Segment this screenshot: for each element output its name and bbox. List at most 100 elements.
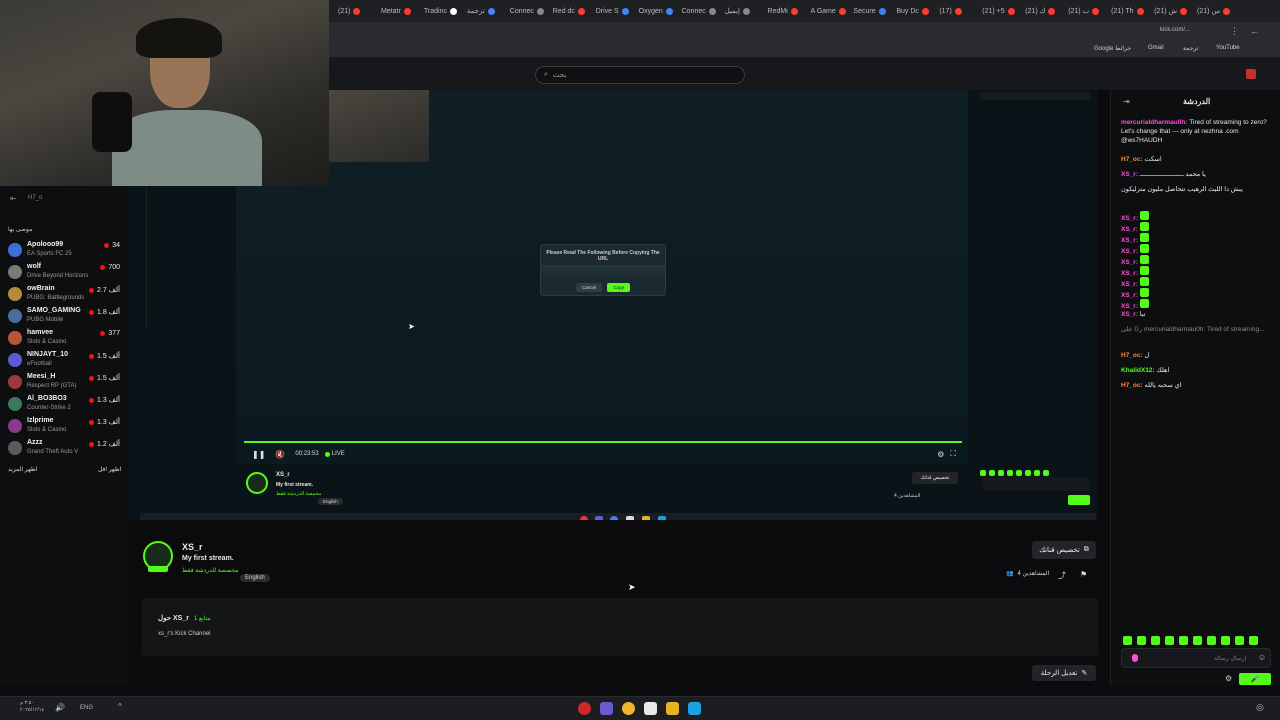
chat-username[interactable]: XS_r: <box>1121 270 1140 277</box>
taskbar-language[interactable]: ENG <box>80 705 93 711</box>
chat-username[interactable]: XS_r: <box>1121 171 1140 178</box>
dialog-copy-button[interactable]: Copy <box>607 283 630 292</box>
browser-tab[interactable]: RedMi <box>768 4 798 18</box>
sidebar-channel-samo-gaming[interactable]: SAMO_GAMING PUBG Mobile 1.8 ألف <box>8 307 122 329</box>
browser-tab[interactable]: (21) <box>338 4 361 18</box>
channel-name[interactable]: XS_r <box>182 542 203 552</box>
chat-username[interactable]: XS_r: <box>1121 226 1140 233</box>
emote-icon[interactable] <box>1151 636 1160 645</box>
sidebar-channel-ninjayt-10[interactable]: NINJAYT_10 eFootball 1.5 ألف <box>8 351 122 373</box>
chat-username[interactable]: XS_r: <box>1121 281 1140 288</box>
emote-icon[interactable] <box>1249 636 1258 645</box>
app-icon-1[interactable] <box>578 702 591 715</box>
live-dot <box>88 309 94 315</box>
browser-tab[interactable]: Red dc <box>553 4 585 18</box>
bookmark-gmail[interactable]: Gmail <box>1148 45 1164 51</box>
dialog-cancel-button[interactable]: Cancel <box>576 283 603 292</box>
sidebar-channel-meesi-h[interactable]: Meesi_H Respect RP (GTA) 1.5 ألف <box>8 373 122 395</box>
user-avatar-icon[interactable] <box>1246 69 1256 79</box>
bookmark-icon[interactable]: ⚑ <box>1080 570 1087 579</box>
emote-icon[interactable] <box>1165 636 1174 645</box>
emote-icon[interactable] <box>1235 636 1244 645</box>
chat-username[interactable]: XS_r: <box>1121 303 1140 310</box>
calendar-icon[interactable] <box>644 702 657 715</box>
chat-username[interactable]: XS_r: <box>1121 292 1140 299</box>
browser-tab[interactable]: Oxygen <box>639 4 673 18</box>
emote-icon[interactable] <box>1137 636 1146 645</box>
sidebar-collapse-icon[interactable]: ⇤ <box>10 194 17 203</box>
chat-username[interactable]: XS_r: <box>1121 259 1140 266</box>
bookmark-youtube[interactable]: YouTube <box>1216 45 1240 51</box>
emote-icon[interactable] <box>1193 636 1202 645</box>
chat-username[interactable]: H7_oc: <box>1121 352 1144 359</box>
chat-username[interactable]: H7_oc: <box>1121 382 1144 389</box>
browser-tab[interactable]: Connec <box>510 4 544 18</box>
browser-tab[interactable]: Secure <box>853 4 886 18</box>
viewer-count-text: 1.3 ألف <box>96 419 120 426</box>
folder-icon[interactable] <box>666 702 679 715</box>
chat-username[interactable]: XS_r: <box>1121 311 1140 318</box>
sidebar-channel-owbrain[interactable]: owBrain PUBG: Battlegrounds 2.7 ألف <box>8 285 122 307</box>
fullscreen-icon[interactable]: ⛶ <box>950 449 956 459</box>
search-input[interactable]: ⌕ بحث <box>535 66 745 84</box>
browser-tab[interactable]: A Game <box>810 4 846 18</box>
browser-tab[interactable]: (17) <box>939 4 962 18</box>
bookmark-translate[interactable]: ترجمة <box>1183 45 1198 52</box>
chat-username[interactable]: mercurialdharmau0h: <box>1121 119 1189 126</box>
chat-username[interactable]: XS_r: <box>1121 215 1140 222</box>
app-icon-2[interactable] <box>600 702 613 715</box>
share-icon[interactable]: ⤴ <box>1058 570 1066 581</box>
edit-button[interactable]: تعديل الرحلة ✎ <box>1032 665 1096 681</box>
chat-settings-icon[interactable]: ⚙ <box>1225 674 1232 683</box>
chat-collapse-icon[interactable]: ⇥ <box>1123 97 1130 106</box>
chat-send-button[interactable]: 🎤 <box>1239 673 1271 685</box>
sidebar-channel-wolf[interactable]: wolf Drive Beyond Horizons 700 <box>8 263 122 285</box>
chat-username[interactable]: H7_oc: <box>1121 156 1144 163</box>
sidebar-channel-al-bo3bo3[interactable]: Al_BO3BO3 Counter-Strike 2 1.3 ألف <box>8 395 122 417</box>
windows-icon[interactable] <box>688 702 701 715</box>
emote-icon[interactable] <box>1207 636 1216 645</box>
emote-icon[interactable] <box>1221 636 1230 645</box>
browser-tab[interactable]: (21) ك <box>1025 4 1056 18</box>
browser-tab[interactable]: (21) ش <box>1154 4 1188 18</box>
browser-tab[interactable]: إيميل <box>725 4 750 18</box>
player-progress-bar[interactable] <box>244 441 962 443</box>
sidebar-channel-apolooo99[interactable]: Apolooo99 EA Sports FC 25 34 <box>8 241 122 263</box>
chat-username[interactable]: KhalidX12: <box>1121 367 1156 374</box>
browser-tab[interactable]: Drive S <box>596 4 629 18</box>
browser-tab[interactable]: Tradinc <box>424 4 457 18</box>
mute-icon[interactable]: 🔇 <box>275 450 285 459</box>
bookmark-maps[interactable]: Google خرائط <box>1094 45 1131 52</box>
speaker-icon[interactable]: 🔊 <box>55 703 65 712</box>
emote-icon[interactable] <box>1123 636 1132 645</box>
emote-icon[interactable] <box>1179 636 1188 645</box>
browser-tab[interactable]: Buy Dc <box>896 4 929 18</box>
browser-tab[interactable]: (21) ب <box>1068 4 1100 18</box>
browser-tab[interactable]: (21) Th <box>1111 4 1144 18</box>
show-more-link[interactable]: اظهر المزيد <box>8 466 37 473</box>
chrome-icon[interactable] <box>622 702 635 715</box>
settings-icon[interactable]: ⚙ <box>937 450 944 459</box>
browser-tab[interactable]: Connec <box>682 4 716 18</box>
more-icon[interactable]: ⋮ <box>1230 26 1239 37</box>
chat-username[interactable]: XS_r: <box>1121 237 1140 244</box>
customize-channel-button[interactable]: تخصيص قناتك ⧉ <box>1032 541 1096 559</box>
sidebar-channel-azzz[interactable]: Azzz Grand Theft Auto V 1.2 ألف <box>8 439 122 461</box>
browser-tab[interactable]: (21) +5 <box>982 4 1015 18</box>
stream-category[interactable]: مخصصة للدردشة فقط <box>182 567 238 574</box>
chat-input[interactable]: إرسال رسالة ☺ <box>1121 648 1271 668</box>
show-less-link[interactable]: اظهر اقل <box>98 466 121 473</box>
sidebar-channel-hamvee[interactable]: hamvee Slots & Casino 377 <box>8 329 122 351</box>
tray-chevron-icon[interactable]: ^ <box>118 702 122 711</box>
emoji-icon[interactable]: ☺ <box>1258 653 1266 662</box>
tab-label: A Game <box>810 7 836 15</box>
sidebar-channel-izlprime[interactable]: Izlprime Slots & Casino 1.3 ألف <box>8 417 122 439</box>
browser-tab[interactable]: ترجمة <box>467 4 495 18</box>
pause-icon[interactable]: ❚❚ <box>252 450 265 459</box>
back-icon[interactable]: ← <box>1250 26 1259 36</box>
tab-favicon-icon <box>487 7 495 15</box>
browser-tab[interactable]: (21) س <box>1197 4 1230 18</box>
browser-tab[interactable]: Metatr <box>381 4 411 18</box>
notification-icon[interactable]: ◎ <box>1256 702 1264 713</box>
chat-username[interactable]: XS_r: <box>1121 248 1140 255</box>
